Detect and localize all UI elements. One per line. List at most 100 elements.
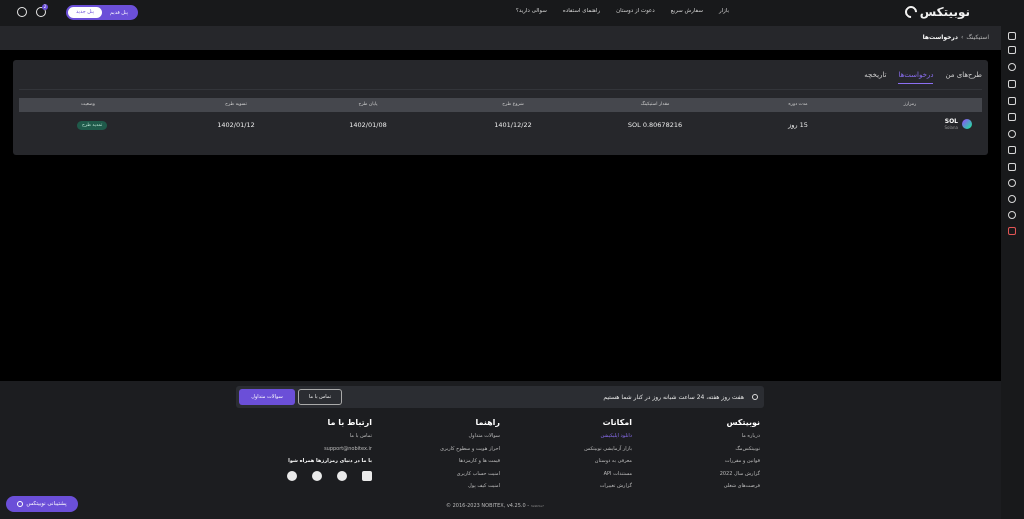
col-header-settle: تسویه طرح: [225, 102, 247, 107]
nav-quick-order[interactable]: سفارش سریع: [671, 8, 703, 14]
copyright: © 2016-2023 NOBITEX, v4.25.0 - 3e9b5a7: [446, 503, 544, 509]
chart-icon[interactable]: [1008, 97, 1016, 105]
footer-col-title: ارتباط با ما: [327, 418, 372, 427]
invite-icon[interactable]: [1008, 211, 1016, 219]
social-title: با ما در دنیای رمزارزها همراه شوا: [288, 458, 372, 464]
nav-market[interactable]: بازار: [719, 8, 729, 14]
phone-icon: [752, 394, 758, 400]
security-icon[interactable]: [1008, 179, 1016, 187]
panel-toggle[interactable]: پنل قدیم پنل جدید: [66, 5, 138, 20]
col-header-end: پایان طرح: [358, 102, 378, 107]
linkedin-icon[interactable]: [362, 471, 372, 481]
col-header-start: شروع طرح: [502, 102, 524, 107]
history-icon[interactable]: [1008, 130, 1016, 138]
tab-divider: [19, 89, 982, 90]
footer-link-mag[interactable]: نوبیتکس‌مگ: [720, 446, 760, 452]
status-badge[interactable]: تمدید طرح: [77, 121, 108, 130]
tab-history[interactable]: تاریخچه: [864, 71, 886, 84]
breadcrumb: استیکینگ › درخواست‌ها: [923, 34, 989, 41]
footer-link-terms[interactable]: قوانین و مقررات: [720, 458, 760, 464]
footer-link-kyc[interactable]: احراز هویت و سطوح کاربری: [440, 446, 500, 452]
footer-col-nobitex: نوبیتکس درباره ما نوبیتکس‌مگ قوانین و مق…: [720, 418, 760, 496]
start-cell: 1401/12/22: [494, 121, 532, 129]
panel-old-option[interactable]: پنل قدیم: [102, 10, 136, 16]
nav-invite[interactable]: دعوت از دوستان: [616, 8, 655, 14]
footer-col-title: راهنما: [475, 418, 500, 427]
footer-col-contact: ارتباط با ما تماس با ما support@nobitex.…: [287, 418, 372, 481]
staking-requests-panel: طرح‌های من درخواست‌ها تاریخچه رمزارز مدت…: [13, 60, 988, 155]
asset-name: Solana: [944, 125, 958, 130]
table-row: SOL Solana 15 روز 0.80678216 SOL 1401/12…: [19, 113, 982, 143]
wallet-icon[interactable]: [1008, 80, 1016, 88]
footer-link-wallet-security[interactable]: امنیت کیف پول: [440, 483, 500, 489]
footer-link-account-security[interactable]: امنیت حساب کاربری: [440, 471, 500, 477]
footer-col-title: امکانات: [602, 418, 632, 427]
calendar-icon[interactable]: [1008, 163, 1016, 171]
nav-questions[interactable]: سوالی دارید؟: [516, 8, 547, 14]
footer-link-report[interactable]: گزارش سال 2022: [720, 471, 760, 477]
orders-icon[interactable]: [1008, 113, 1016, 121]
notification-badge: 2: [42, 4, 48, 10]
col-header-asset: رمزارز: [903, 102, 917, 107]
version-hash: 3e9b5a7: [530, 504, 544, 508]
footer-link-referral[interactable]: معرفی به دوستان: [584, 458, 632, 464]
solana-coin-icon: [962, 119, 972, 129]
tab-requests[interactable]: درخواست‌ها: [898, 71, 934, 84]
twitter-icon[interactable]: [287, 471, 297, 481]
breadcrumb-bar: استیکینگ › درخواست‌ها: [0, 26, 1001, 50]
faq-button[interactable]: سوالات متداول: [239, 389, 295, 405]
exchange-icon[interactable]: [1008, 63, 1016, 71]
footer-col-title: نوبیتکس: [726, 418, 760, 427]
footer-link-email[interactable]: support@nobitex.ir: [287, 446, 372, 452]
footer-link-fees[interactable]: قیمت ها و کارمزدها: [440, 458, 500, 464]
end-cell: 1402/01/08: [349, 121, 387, 129]
col-header-amount: مقدار استیکینگ: [640, 102, 670, 107]
support-label: پشتیبانی نوبیتکس: [26, 501, 67, 507]
nav-guide[interactable]: راهنمای استفاده: [563, 8, 600, 14]
footer-link-about[interactable]: درباره ما: [720, 433, 760, 439]
asset-symbol: SOL: [944, 118, 958, 125]
instagram-icon[interactable]: [312, 471, 322, 481]
duration-cell: 15 روز: [788, 121, 808, 129]
footer-link-contact[interactable]: تماس با ما: [287, 433, 372, 439]
brand-name: نوبیتکس: [919, 5, 970, 19]
support-chat-button[interactable]: پشتیبانی نوبیتکس: [6, 496, 78, 512]
col-header-duration: مدت دوره: [788, 102, 808, 107]
market-icon[interactable]: [1008, 46, 1016, 54]
social-links: [287, 471, 372, 481]
footer-col-guide: راهنما سوالات متداول احراز هویت و سطوح ک…: [440, 418, 500, 496]
footer-link-jobs[interactable]: فرصت‌های شغلی: [720, 483, 760, 489]
copyright-text: © 2016-2023 NOBITEX, v4.25.0 -: [446, 503, 530, 509]
breadcrumb-separator: ›: [960, 34, 964, 41]
chat-icon: [17, 501, 24, 507]
cta-text: هفت روز هفته، 24 ساعت شبانه روز در کنار …: [603, 394, 744, 401]
breadcrumb-current: درخواست‌ها: [922, 34, 958, 41]
logo-icon: [902, 3, 920, 21]
tab-my-plans[interactable]: طرح‌های من: [945, 71, 982, 84]
table-header: رمزارز مدت دوره مقدار استیکینگ شروع طرح …: [19, 98, 982, 112]
col-header-status: وضعیت: [81, 102, 95, 107]
telegram-icon[interactable]: [337, 471, 347, 481]
brand-logo[interactable]: نوبیتکس: [902, 3, 970, 21]
contact-button[interactable]: تماس با ما: [298, 389, 342, 405]
tabs: طرح‌های من درخواست‌ها تاریخچه: [864, 71, 982, 84]
amount-cell: 0.80678216 SOL: [627, 121, 683, 129]
profile-icon[interactable]: [1008, 146, 1016, 154]
panel-new-option[interactable]: پنل جدید: [68, 7, 102, 18]
support-cta-bar: هفت روز هفته، 24 ساعت شبانه روز در کنار …: [236, 386, 764, 408]
dashboard-icon[interactable]: [1008, 32, 1016, 40]
breadcrumb-parent[interactable]: استیکینگ: [966, 34, 989, 41]
footer-link-api[interactable]: مستندات API: [584, 471, 632, 477]
footer-link-test-market[interactable]: بازار آزمایشی نوبیتکس: [584, 446, 632, 452]
main-nav: بازار سفارش سریع دعوت از دوستان راهنمای …: [516, 8, 729, 14]
settle-cell: 1402/01/12: [217, 121, 255, 129]
footer-link-faq[interactable]: سوالات متداول: [440, 433, 500, 439]
user-icon[interactable]: [17, 7, 27, 17]
footer-link-changelog[interactable]: گزارش تغییرات: [584, 483, 632, 489]
asset-cell: SOL Solana: [944, 118, 972, 130]
footer-col-features: امکانات دانلود اپلیکیشن بازار آزمایشی نو…: [584, 418, 632, 496]
sidebar: [1001, 26, 1024, 519]
staking-icon[interactable]: [1008, 195, 1016, 203]
logout-icon[interactable]: [1008, 227, 1016, 235]
footer-link-download-app[interactable]: دانلود اپلیکیشن: [584, 433, 632, 439]
